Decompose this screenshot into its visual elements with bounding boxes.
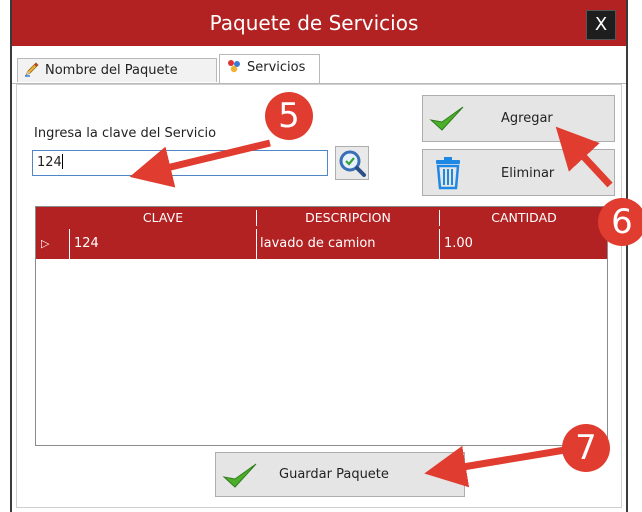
clave-input-value: 124 — [37, 155, 62, 170]
column-header-descripcion[interactable]: DESCRIPCION — [258, 207, 438, 229]
row-indicator-icon: ▷ — [41, 237, 50, 250]
table-row[interactable]: ▷ 124 lavado de camion 1.00 — [36, 229, 607, 259]
close-button[interactable]: X — [586, 10, 616, 40]
tab-servicios[interactable]: Servicios — [219, 54, 320, 83]
tab-strip: Nombre del Paquete Servicios — [12, 50, 626, 84]
annotation-badge-7: 7 — [562, 424, 610, 472]
search-button[interactable] — [335, 146, 369, 180]
annotation-badge-5: 5 — [265, 92, 313, 140]
tab-label: Servicios — [247, 60, 306, 75]
check-icon — [429, 106, 464, 131]
column-header-clave[interactable]: CLAVE — [70, 207, 256, 229]
title-bar: Paquete de Servicios X — [12, 0, 626, 46]
pencil-icon — [24, 61, 40, 77]
column-header-cantidad[interactable]: CANTIDAD — [441, 207, 607, 229]
row-divider — [439, 229, 440, 259]
delete-button[interactable]: Eliminar — [422, 149, 615, 196]
services-grid: CLAVE DESCRIPCION CANTIDAD ▷ 124 lavado … — [35, 206, 608, 446]
trash-icon — [436, 157, 460, 190]
delete-button-label: Eliminar — [501, 166, 555, 181]
save-package-button[interactable]: Guardar Paquete — [215, 452, 465, 497]
add-button-label: Agregar — [501, 111, 553, 126]
tab-nombre-del-paquete[interactable]: Nombre del Paquete — [17, 58, 217, 82]
tab-label: Nombre del Paquete — [45, 63, 178, 78]
save-package-label: Guardar Paquete — [279, 467, 389, 482]
column-divider — [439, 210, 440, 226]
check-icon — [222, 463, 257, 488]
cell-clave[interactable]: 124 — [74, 229, 99, 259]
row-divider — [69, 229, 70, 259]
dialog-window: Paquete de Servicios X Nombre del Paquet… — [10, 0, 628, 512]
cell-cantidad[interactable]: 1.00 — [444, 229, 473, 259]
cell-descripcion[interactable]: lavado de camion — [260, 229, 376, 259]
row-divider — [256, 229, 257, 259]
grid-header: CLAVE DESCRIPCION CANTIDAD — [36, 207, 607, 229]
magnifier-icon — [339, 150, 366, 177]
clave-label: Ingresa la clave del Servicio — [34, 126, 217, 141]
services-icon — [226, 58, 242, 74]
window-title: Paquete de Servicios — [209, 11, 419, 35]
column-divider — [256, 210, 257, 226]
text-caret — [61, 154, 63, 169]
clave-input[interactable]: 124 — [32, 150, 328, 176]
add-button[interactable]: Agregar — [422, 95, 615, 142]
annotation-badge-6: 6 — [598, 198, 642, 246]
